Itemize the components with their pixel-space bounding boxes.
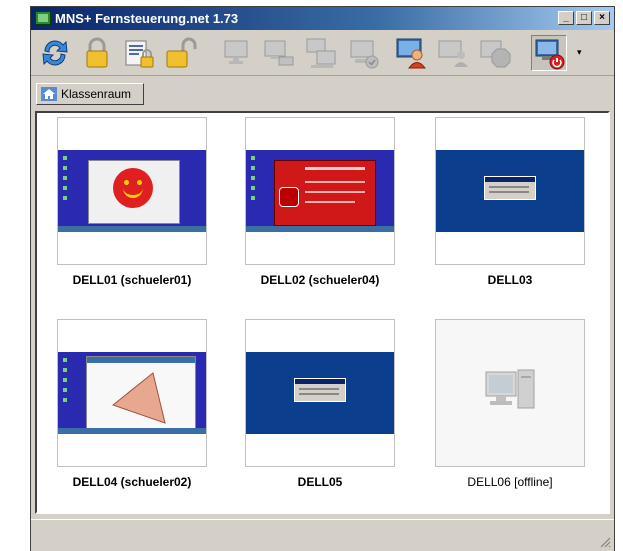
desktop-screen [246, 150, 394, 232]
offline-computer-icon [485, 369, 535, 409]
toolbar: ▾ [31, 31, 614, 76]
computer-button[interactable] [219, 35, 255, 71]
unlock-button[interactable] [163, 35, 199, 71]
stop-icon [480, 40, 511, 68]
client-thumbnail[interactable] [435, 117, 585, 265]
client-thumbnail[interactable] [435, 319, 585, 467]
desktop-screen [58, 150, 206, 232]
user-view-icon [396, 38, 426, 69]
lock-icon [86, 37, 108, 68]
tab-klassenraum[interactable]: Klassenraum [36, 83, 144, 105]
computer-check-button[interactable] [345, 35, 381, 71]
client-thumbnail[interactable] [57, 117, 207, 265]
maximize-button[interactable]: □ [576, 11, 592, 25]
computer-user-icon [438, 40, 468, 67]
lock-document-icon [125, 40, 154, 68]
title-bar[interactable]: MNS+ Fernsteuerung.net 1.73 _ □ × [31, 7, 614, 30]
computer-check-icon [350, 40, 379, 69]
user-view-button[interactable] [393, 35, 429, 71]
status-bar [31, 519, 614, 551]
login-screen [436, 150, 584, 232]
resize-grip-icon[interactable] [599, 536, 611, 548]
login-dialog [294, 378, 346, 402]
client-grid: DELL01 (schueler01) DELL02 (schueler04) … [35, 111, 610, 514]
app-window: MNS+ Fernsteuerung.net 1.73 _ □ × ▾ Klas… [30, 6, 615, 551]
computer-network-icon [264, 40, 294, 66]
stop-button[interactable] [477, 35, 513, 71]
computer-network-button[interactable] [261, 35, 297, 71]
geometry-window [86, 356, 196, 430]
client-label: DELL02 (schueler04) [260, 273, 380, 287]
lock-button[interactable] [79, 35, 115, 71]
refresh-icon [42, 40, 68, 66]
power-off-icon [535, 39, 565, 70]
login-screen [246, 352, 394, 434]
app-icon [35, 11, 51, 25]
client-thumbnail[interactable] [57, 319, 207, 467]
smiley-icon [113, 168, 153, 208]
triangle-shape [111, 372, 166, 424]
computer-icon [224, 40, 248, 64]
client-label: DELL01 (schueler01) [72, 273, 192, 287]
close-button[interactable]: × [594, 11, 610, 25]
window-title: MNS+ Fernsteuerung.net 1.73 [55, 11, 239, 26]
computer-share-button[interactable] [303, 35, 339, 71]
minimize-button[interactable]: _ [558, 11, 574, 25]
computer-share-icon [306, 38, 336, 68]
login-dialog [484, 176, 536, 200]
client-thumbnail[interactable] [245, 117, 395, 265]
client-thumbnail[interactable] [245, 319, 395, 467]
toolbar-dropdown-arrow[interactable]: ▾ [577, 47, 587, 61]
client-label: DELL05 [297, 475, 343, 489]
unlock-icon [166, 37, 197, 68]
stop-alert-dialog [274, 160, 376, 226]
desktop-screen [58, 352, 206, 434]
client-label: DELL03 [487, 273, 533, 287]
tab-label: Klassenraum [61, 87, 132, 101]
refresh-button[interactable] [37, 35, 73, 71]
client-label: DELL06 [offline] [467, 475, 553, 489]
computer-user-button[interactable] [435, 35, 471, 71]
lock-screen-button[interactable] [121, 35, 157, 71]
tab-row: Klassenraum [31, 77, 614, 111]
client-label: DELL04 (schueler02) [72, 475, 192, 489]
home-icon [41, 87, 57, 101]
power-off-button[interactable] [531, 35, 567, 71]
